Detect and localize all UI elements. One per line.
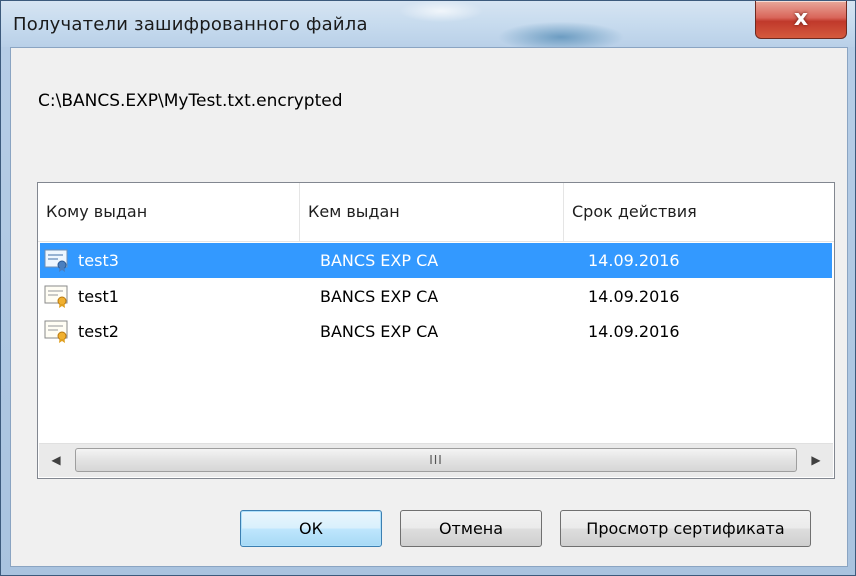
file-path-label: C:\BANCS.EXP\MyTest.txt.encrypted	[38, 91, 343, 111]
certificate-icon	[44, 320, 68, 343]
title-bar[interactable]: Получатели зашифрованного файла x	[1, 1, 855, 47]
column-header-issued-by[interactable]: Кем выдан	[300, 183, 564, 241]
list-header: Кому выдан Кем выдан Срок действия	[38, 183, 834, 242]
cell-issued-to: test1	[78, 287, 119, 306]
list-row[interactable]: test2 BANCS EXP CA 14.09.2016	[40, 314, 832, 349]
cell-issued-by: BANCS EXP CA	[320, 251, 439, 270]
ok-button[interactable]: ОК	[240, 510, 382, 547]
certificate-icon	[44, 249, 68, 272]
dialog-client-area: C:\BANCS.EXP\MyTest.txt.encrypted Кому в…	[10, 47, 848, 567]
scroll-right-icon[interactable]: ▶	[799, 444, 833, 477]
grip-icon: III	[429, 453, 443, 467]
scroll-left-icon[interactable]: ◀	[39, 444, 73, 477]
recipients-list[interactable]: Кому выдан Кем выдан Срок действия test3…	[37, 182, 835, 479]
close-icon: x	[793, 6, 809, 31]
window-title: Получатели зашифрованного файла	[13, 14, 368, 35]
cell-issued-to: test3	[78, 251, 119, 270]
close-button[interactable]: x	[755, 1, 847, 39]
cell-issued-to: test2	[78, 322, 119, 341]
column-header-expiration[interactable]: Срок действия	[564, 183, 834, 241]
cell-expires: 14.09.2016	[588, 322, 680, 341]
horizontal-scrollbar[interactable]: ◀ III ▶	[39, 443, 833, 477]
cell-issued-by: BANCS EXP CA	[320, 322, 439, 341]
cell-expires: 14.09.2016	[588, 287, 680, 306]
list-row[interactable]: test1 BANCS EXP CA 14.09.2016	[40, 279, 832, 314]
list-row[interactable]: test3 BANCS EXP CA 14.09.2016	[40, 243, 832, 278]
view-certificate-button[interactable]: Просмотр сертификата	[560, 510, 811, 547]
scrollbar-thumb[interactable]: III	[75, 448, 797, 472]
certificate-icon	[44, 285, 68, 308]
dialog-window: Получатели зашифрованного файла x C:\BAN…	[0, 0, 856, 576]
cancel-button[interactable]: Отмена	[400, 510, 542, 547]
cell-issued-by: BANCS EXP CA	[320, 287, 439, 306]
cell-expires: 14.09.2016	[588, 251, 680, 270]
column-header-issued-to[interactable]: Кому выдан	[38, 183, 300, 241]
